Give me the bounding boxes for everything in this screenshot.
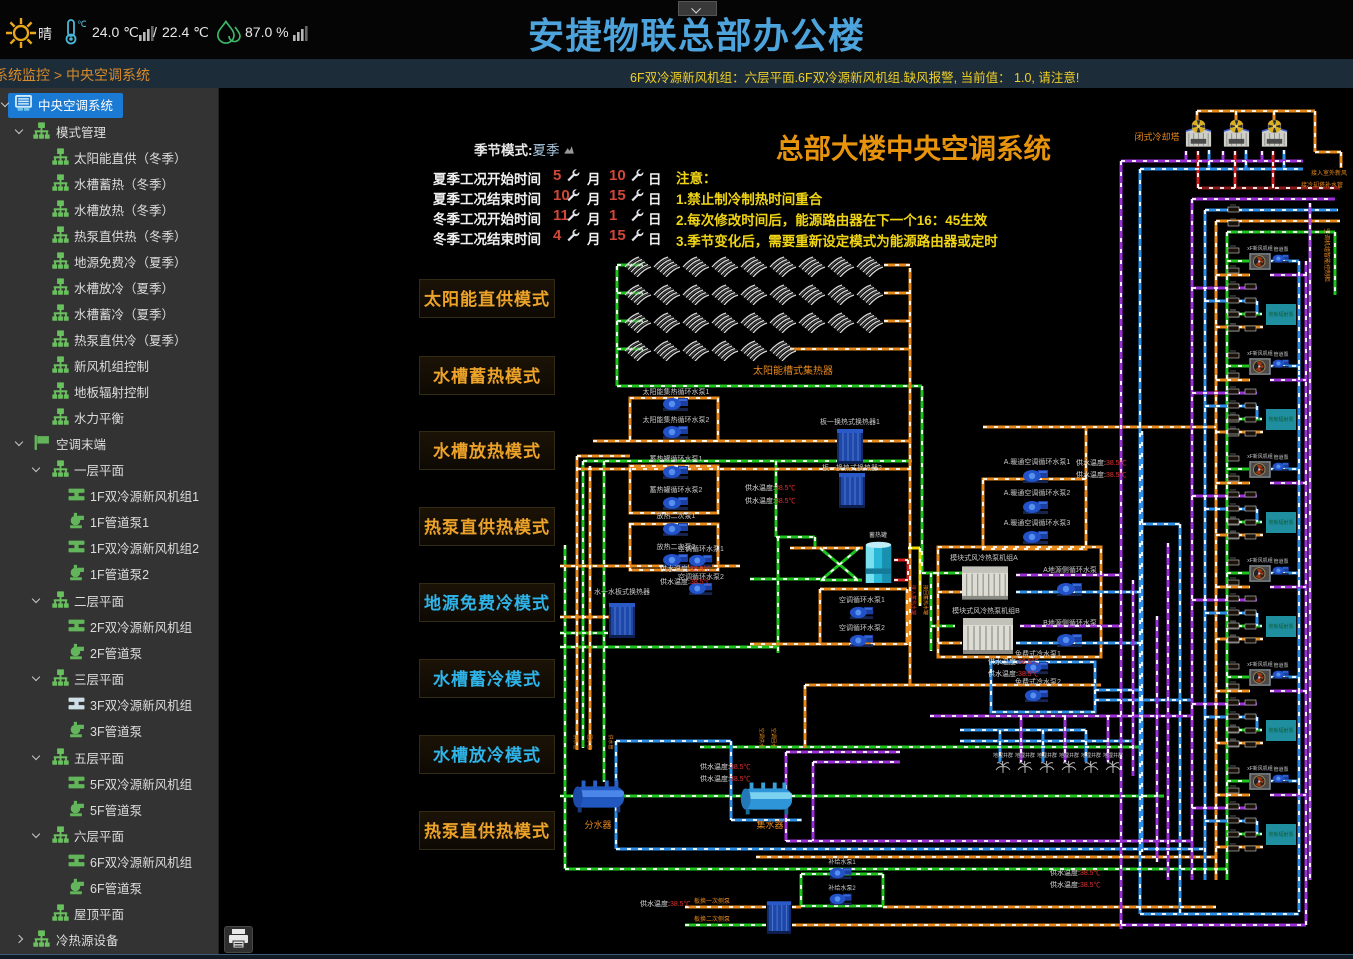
svg-text:℃: ℃ [77,19,86,29]
